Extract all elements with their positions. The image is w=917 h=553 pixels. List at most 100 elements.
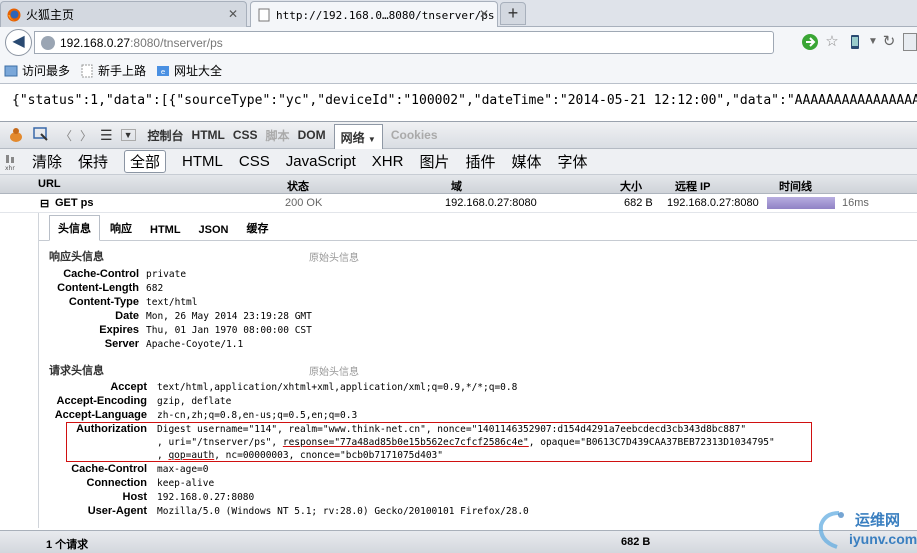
bookmark-most-visited[interactable]: 访问最多 <box>4 62 70 79</box>
clear-button[interactable]: 清除 <box>32 151 62 172</box>
mobile-icon[interactable] <box>846 33 864 51</box>
header-value: Mozilla/5.0 (Windows NT 5.1; rv:28.0) Ge… <box>157 506 529 517</box>
dropdown-icon[interactable]: ▼ <box>120 129 136 141</box>
tab-cache[interactable]: 缓存 <box>239 216 277 240</box>
new-tab-button[interactable]: + <box>500 2 526 25</box>
header-value: keep-alive <box>157 478 215 489</box>
filter-html[interactable]: HTML <box>182 153 223 170</box>
net-column-headers: URL 状态 域 大小 远程 IP 时间线 <box>0 175 917 194</box>
header-value: zh-cn,zh;q=0.8,en-us;q=0.5,en;q=0.3 <box>157 410 358 421</box>
header-value: text/html,application/xhtml+xml,applicat… <box>157 382 518 393</box>
tab-cookies[interactable]: Cookies <box>391 128 438 142</box>
filter-images[interactable]: 图片 <box>419 151 449 172</box>
request-time: 16ms <box>842 197 869 209</box>
tab-current[interactable]: http://192.168.0…8080/tnserver/ps ✕ <box>250 1 498 28</box>
header-name: Accept <box>110 381 147 393</box>
go-arrow-icon[interactable] <box>801 33 819 51</box>
filter-css[interactable]: CSS <box>239 153 270 170</box>
tab-dom[interactable]: DOM <box>298 128 326 142</box>
tab-net[interactable]: 网络 ▼ <box>333 124 383 150</box>
bookmark-star-icon[interactable]: ☆ <box>823 33 841 51</box>
tab-headers[interactable]: 头信息 <box>49 215 100 241</box>
tab-label: 火狐主页 <box>26 8 75 22</box>
request-detail-panel: 头信息 响应 HTML JSON 缓存 响应头信息 原始头信息 Cache-Co… <box>38 213 917 528</box>
close-tab-icon[interactable]: ✕ <box>226 7 240 21</box>
search-engine-icon[interactable] <box>903 33 917 51</box>
column-timeline[interactable]: 时间线 <box>779 178 812 194</box>
bookmarks-toolbar: 访问最多 新手上路 e 网址大全 <box>0 58 917 84</box>
header-value: 192.168.0.27:8080 <box>157 492 255 503</box>
net-status-bar: 1 个请求 682 B <box>0 530 917 553</box>
request-url: GET ps <box>55 197 94 209</box>
header-value: text/html <box>146 297 198 308</box>
firebug-toolbar: 〈 〉 ☰ ▼ 控制台 HTML CSS 脚本 DOM 网络 ▼ Cookies <box>0 121 917 150</box>
svg-text:e: e <box>161 68 165 76</box>
header-value: Apache-Coyote/1.1 <box>146 339 244 350</box>
header-name: Connection <box>86 477 148 489</box>
filter-media[interactable]: 媒体 <box>511 151 541 172</box>
column-size[interactable]: 大小 <box>620 178 642 194</box>
column-url[interactable]: URL <box>38 178 61 190</box>
tab-detail-html[interactable]: HTML <box>142 220 189 240</box>
filter-plugins[interactable]: 插件 <box>465 151 495 172</box>
globe-icon <box>41 35 55 50</box>
json-response-text: {"status":1,"data":[{"sourceType":"yc","… <box>12 93 917 108</box>
tab-script[interactable]: 脚本 <box>266 127 290 144</box>
raw-headers-link[interactable]: 原始头信息 <box>309 363 359 378</box>
filter-javascript[interactable]: JavaScript <box>286 153 356 170</box>
header-name: User-Agent <box>87 505 147 517</box>
watermark-logo: 运维网 iyunv.com <box>815 505 917 551</box>
header-value: gzip, deflate <box>157 396 232 407</box>
bookmark-label: 新手上路 <box>98 64 147 78</box>
close-tab-icon[interactable]: ✕ <box>477 7 491 21</box>
tab-json[interactable]: JSON <box>191 220 237 240</box>
reload-icon[interactable]: ↻ <box>880 33 898 51</box>
watermark-url: iyunv.com <box>849 531 917 547</box>
tab-html[interactable]: HTML <box>192 128 225 142</box>
header-name: Accept-Language <box>54 409 147 421</box>
request-headers-title: 请求头信息 <box>49 365 104 377</box>
bookmark-label: 访问最多 <box>22 64 71 78</box>
bookmark-site-directory[interactable]: e 网址大全 <box>156 62 222 79</box>
filter-xhr[interactable]: XHR <box>372 153 404 170</box>
column-remote-ip[interactable]: 远程 IP <box>675 178 710 194</box>
header-name: Expires <box>99 324 139 336</box>
menu-icon[interactable]: ☰ <box>100 127 113 144</box>
raw-headers-link[interactable]: 原始头信息 <box>309 249 359 264</box>
header-name: Host <box>122 491 147 503</box>
back-arrow-icon: ◀ <box>12 33 25 50</box>
navigation-bar: ◀ 192.168.0.27:8080/tnserver/ps ☆ ▼ ↻ <box>0 27 917 58</box>
tab-css[interactable]: CSS <box>233 128 258 142</box>
firebug-icon[interactable] <box>6 126 26 144</box>
tab-response[interactable]: 响应 <box>102 216 140 240</box>
total-size: 682 B <box>621 536 651 548</box>
inspect-icon[interactable] <box>32 126 50 144</box>
header-value: private <box>146 269 187 280</box>
filter-all[interactable]: 全部 <box>124 150 167 173</box>
filter-fonts[interactable]: 字体 <box>557 151 587 172</box>
header-name: Content-Length <box>57 282 139 294</box>
header-name: Date <box>115 310 139 322</box>
tab-console[interactable]: 控制台 <box>148 127 184 144</box>
bookmark-getting-started[interactable]: 新手上路 <box>80 62 146 79</box>
bookmark-icon <box>4 65 18 76</box>
request-count: 1 个请求 <box>46 539 89 551</box>
tab-firefox-home[interactable]: 火狐主页 ✕ <box>0 1 247 27</box>
page-icon <box>81 64 93 77</box>
url-bar[interactable]: 192.168.0.27:8080/tnserver/ps <box>34 31 774 54</box>
column-status[interactable]: 状态 <box>287 178 309 194</box>
back-button[interactable]: ◀ <box>5 29 32 56</box>
forward-panel-icon[interactable]: 〉 <box>80 127 92 144</box>
header-name: Content-Type <box>68 296 139 308</box>
response-headers-title: 响应头信息 <box>49 251 104 263</box>
request-remote-ip: 192.168.0.27:8080 <box>667 197 759 209</box>
site-directory-icon: e <box>157 65 170 76</box>
collapse-icon[interactable]: ⊟ <box>40 197 49 210</box>
page-content: {"status":1,"data":[{"sourceType":"yc","… <box>0 85 917 121</box>
table-row[interactable]: ⊟ GET ps 200 OK 192.168.0.27:8080 682 B … <box>0 194 917 213</box>
persist-button[interactable]: 保持 <box>78 151 108 172</box>
request-size: 682 B <box>624 197 653 209</box>
authorization-highlight-box <box>66 422 812 462</box>
back-panel-icon[interactable]: 〈 <box>60 127 72 144</box>
column-domain[interactable]: 域 <box>451 178 462 194</box>
